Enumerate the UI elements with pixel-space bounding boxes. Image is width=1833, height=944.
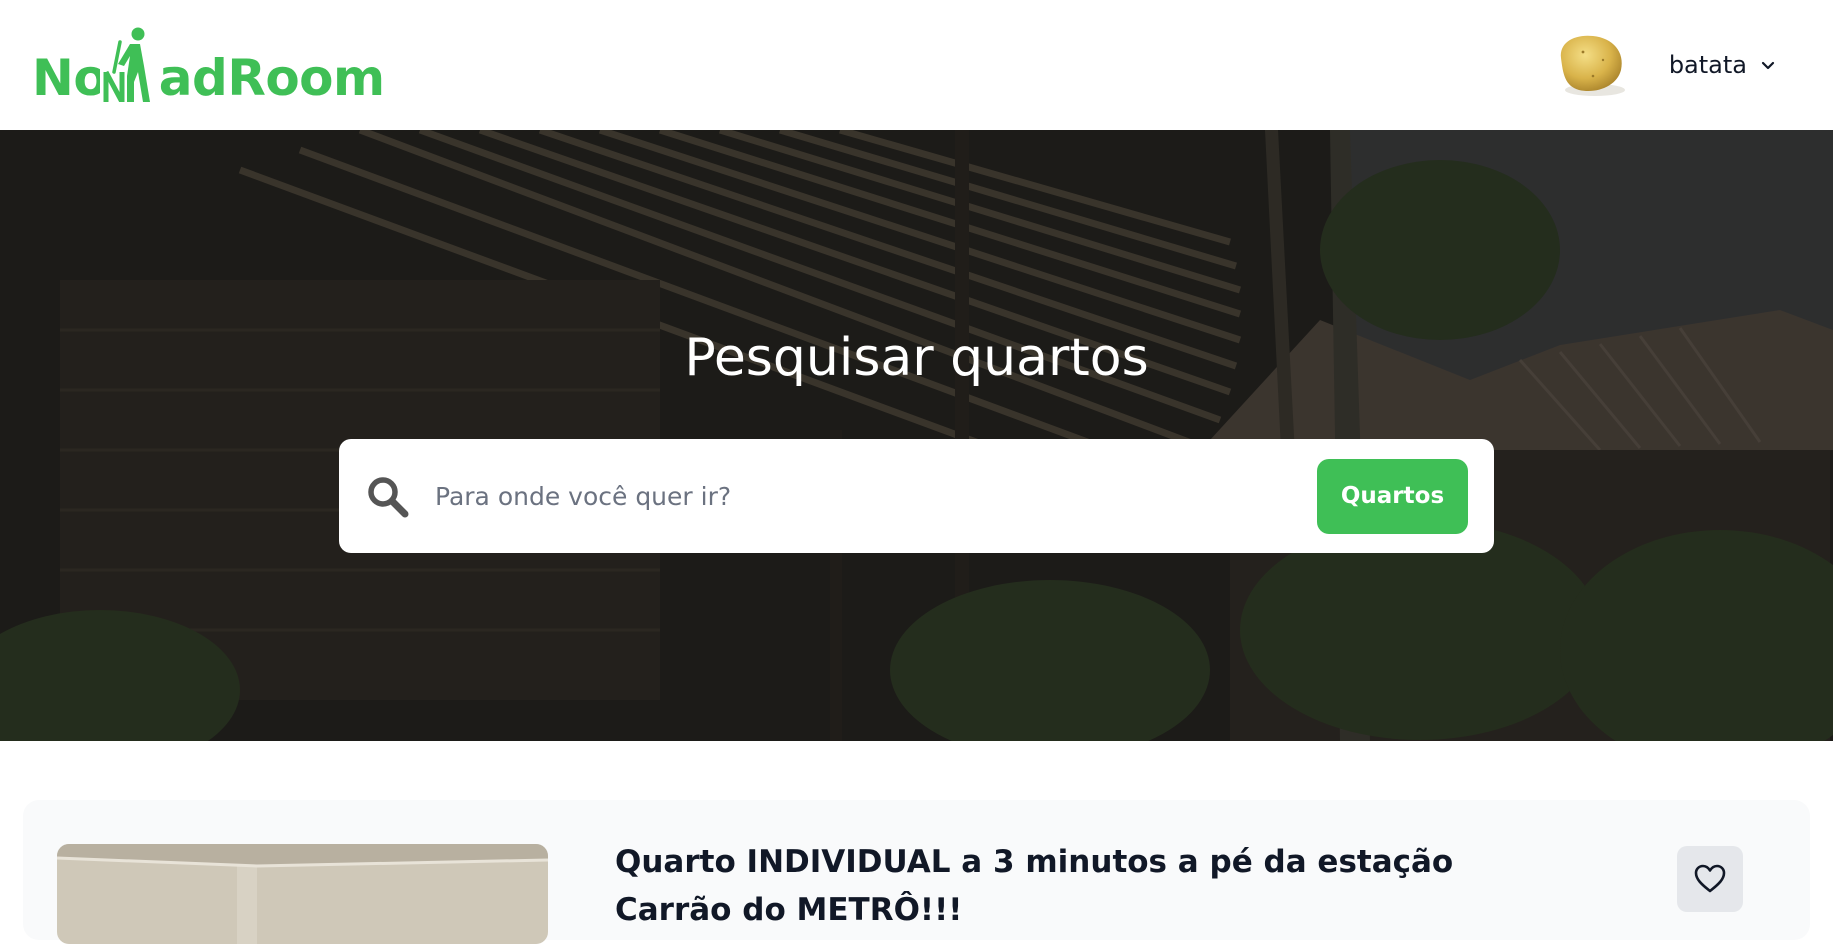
search-bar: Quartos: [339, 439, 1494, 553]
nomadroom-logo[interactable]: NomadRoom: [32, 26, 385, 106]
top-navbar: NomadRoom batata: [0, 0, 1833, 130]
hero-title: Pesquisar quartos: [684, 328, 1149, 388]
hero-banner: Pesquisar quartos Quartos: [0, 130, 1833, 741]
room-photo-image: [57, 844, 548, 944]
search-input[interactable]: [435, 466, 1317, 526]
listing-photo[interactable]: [57, 844, 548, 944]
search-icon: [368, 477, 409, 518]
favorite-button[interactable]: [1677, 846, 1743, 912]
chevron-down-icon: [1761, 61, 1775, 70]
heart-icon: [1694, 864, 1726, 893]
hero-background-image: [0, 130, 1833, 741]
user-area: batata: [1553, 30, 1777, 100]
listing-card[interactable]: Quarto INDIVIDUAL a 3 minutos a pé da es…: [23, 800, 1810, 944]
listing-title[interactable]: Quarto INDIVIDUAL a 3 minutos a pé da es…: [615, 838, 1575, 934]
walking-person-icon: [100, 26, 160, 102]
user-menu-dropdown[interactable]: batata: [1669, 51, 1777, 79]
avatar[interactable]: [1553, 30, 1629, 100]
logo-text: NomadRoom: [32, 49, 385, 107]
username-label: batata: [1668, 51, 1747, 79]
search-rooms-button[interactable]: Quartos: [1317, 458, 1468, 534]
